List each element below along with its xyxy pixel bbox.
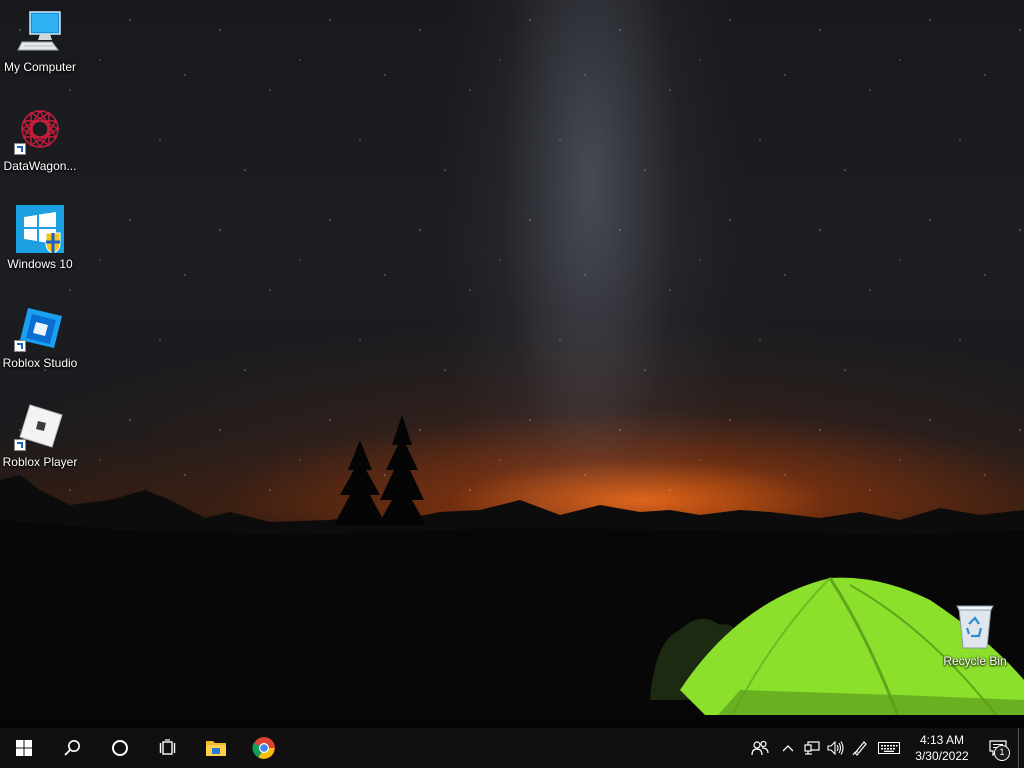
windows-logo-icon [16,740,32,756]
network-icon [804,741,820,755]
desktop-icon-datawagon[interactable]: DataWagon... [0,107,80,173]
search-icon [64,740,80,756]
desktop-wallpaper [0,0,1024,728]
people-button[interactable] [744,728,776,768]
desktop-icon-label: Recycle Bin [943,654,1007,668]
keyboard-icon [878,742,900,754]
volume-icon [827,741,844,755]
landscape-silhouette [0,415,1024,728]
clock[interactable]: 4:13 AM 3/30/2022 [906,732,978,764]
notification-count-badge: 1 [994,745,1010,761]
desktop-icon-label: Windows 10 [7,257,73,271]
desktop-icon-label: My Computer [3,60,77,74]
desktop-icon-label: Roblox Studio [2,356,78,370]
show-desktop-button[interactable] [1018,728,1024,768]
show-hidden-icons-button[interactable] [776,728,800,768]
shortcut-arrow-icon [14,143,26,155]
roblox-studio-icon [14,304,64,352]
file-explorer-button[interactable] [192,728,240,768]
cortana-circle-icon [112,740,128,756]
pen-icon [852,741,867,756]
desktop-icon-my-computer[interactable]: My Computer [0,8,80,74]
recycle-bin-icon [951,602,999,650]
start-button[interactable] [0,728,48,768]
volume-button[interactable] [824,728,848,768]
action-center-button[interactable]: 1 [978,728,1018,768]
cortana-button[interactable] [96,728,144,768]
search-button[interactable] [48,728,96,768]
task-view-icon [159,739,176,755]
computer-icon [16,8,64,56]
chevron-up-icon [782,745,794,752]
task-view-button[interactable] [144,728,192,768]
touch-keyboard-button[interactable] [872,728,906,768]
pen-workspace-button[interactable] [848,728,872,768]
desktop-icon-roblox-player[interactable]: Roblox Player [0,403,80,469]
desktop-icon-recycle-bin[interactable]: Recycle Bin [935,602,1015,668]
shortcut-arrow-icon [14,439,26,451]
clock-time: 4:13 AM [919,733,965,747]
datawagon-icon [14,107,64,155]
people-icon [751,740,769,756]
roblox-player-icon [14,403,64,451]
chrome-button[interactable] [240,728,288,768]
system-tray: 4:13 AM 3/30/2022 1 [744,728,1024,768]
file-explorer-icon [206,741,226,756]
chrome-icon [252,737,275,759]
desktop-icon-windows-10[interactable]: Windows 10 [0,205,80,271]
shortcut-arrow-icon [14,340,26,352]
desktop-icon-label: DataWagon... [3,159,77,173]
desktop-icon-roblox-studio[interactable]: Roblox Studio [0,304,80,370]
desktop-icon-label: Roblox Player [2,455,78,469]
network-button[interactable] [800,728,824,768]
clock-date: 3/30/2022 [915,749,969,763]
taskbar: 4:13 AM 3/30/2022 1 [0,728,1024,768]
windows-10-icon [16,205,64,254]
